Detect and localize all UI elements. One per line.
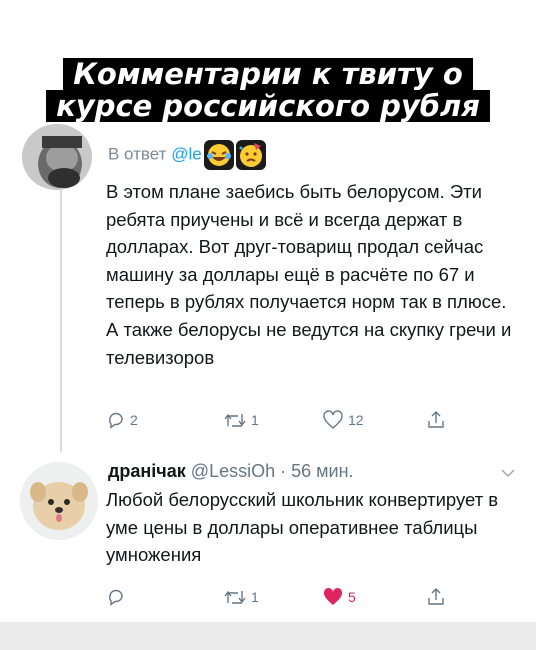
tweet-body-text: Любой белорусский школьник конвертирует … [106, 489, 499, 566]
like-button[interactable]: 5 [322, 587, 356, 607]
like-count: 12 [348, 412, 364, 428]
share-button[interactable] [426, 587, 446, 607]
headline-line-2: курсе российского рубля [46, 90, 490, 122]
timestamp[interactable]: 56 мин. [291, 461, 353, 481]
reply-prefix: В ответ [108, 144, 167, 164]
like-button[interactable]: 12 [322, 410, 364, 430]
heart-icon [322, 587, 344, 607]
headline-overlay: Комментарии к твиту о курсе российского … [0, 58, 536, 122]
like-count: 5 [348, 589, 356, 605]
avatar[interactable] [20, 462, 98, 540]
retweet-button[interactable]: 1 [223, 410, 259, 430]
retweet-button[interactable]: 1 [223, 587, 259, 607]
laughing-crying-emoji-icon [203, 140, 234, 170]
chevron-down-icon[interactable] [500, 466, 516, 484]
author-handle[interactable]: @LessiOh [191, 461, 275, 481]
meta-separator: · [280, 461, 287, 481]
author-name-link[interactable]: дранічак [108, 461, 186, 481]
headline-line-1: Комментарии к твиту о [63, 58, 473, 90]
reply-button[interactable] [106, 587, 126, 607]
bottom-strip [0, 622, 536, 650]
tweet2-action-bar: 1 5 [106, 587, 456, 611]
reply-icon [106, 587, 126, 607]
tweet1-action-bar: 2 1 12 [106, 410, 456, 434]
thread-connector-line [60, 190, 62, 452]
tweet-body-text: В этом плане заебись быть белорусом. Эти… [106, 181, 512, 368]
tweet2-author-row: дранічак @LessiOh · 56 мин. [108, 461, 354, 482]
reply-count: 2 [130, 412, 138, 428]
reply-to-line: В ответ @le [108, 140, 266, 170]
retweet-icon [223, 587, 247, 607]
reply-icon [106, 410, 126, 430]
share-icon [426, 410, 446, 430]
share-icon [426, 587, 446, 607]
heart-icon [322, 410, 344, 430]
partying-face-emoji-icon [235, 140, 266, 170]
reply-handle-link[interactable]: @le [171, 144, 202, 163]
reply-button[interactable]: 2 [106, 410, 138, 430]
avatar[interactable] [22, 124, 92, 190]
retweet-count: 1 [251, 589, 259, 605]
retweet-icon [223, 410, 247, 430]
share-button[interactable] [426, 410, 446, 430]
retweet-count: 1 [251, 412, 259, 428]
